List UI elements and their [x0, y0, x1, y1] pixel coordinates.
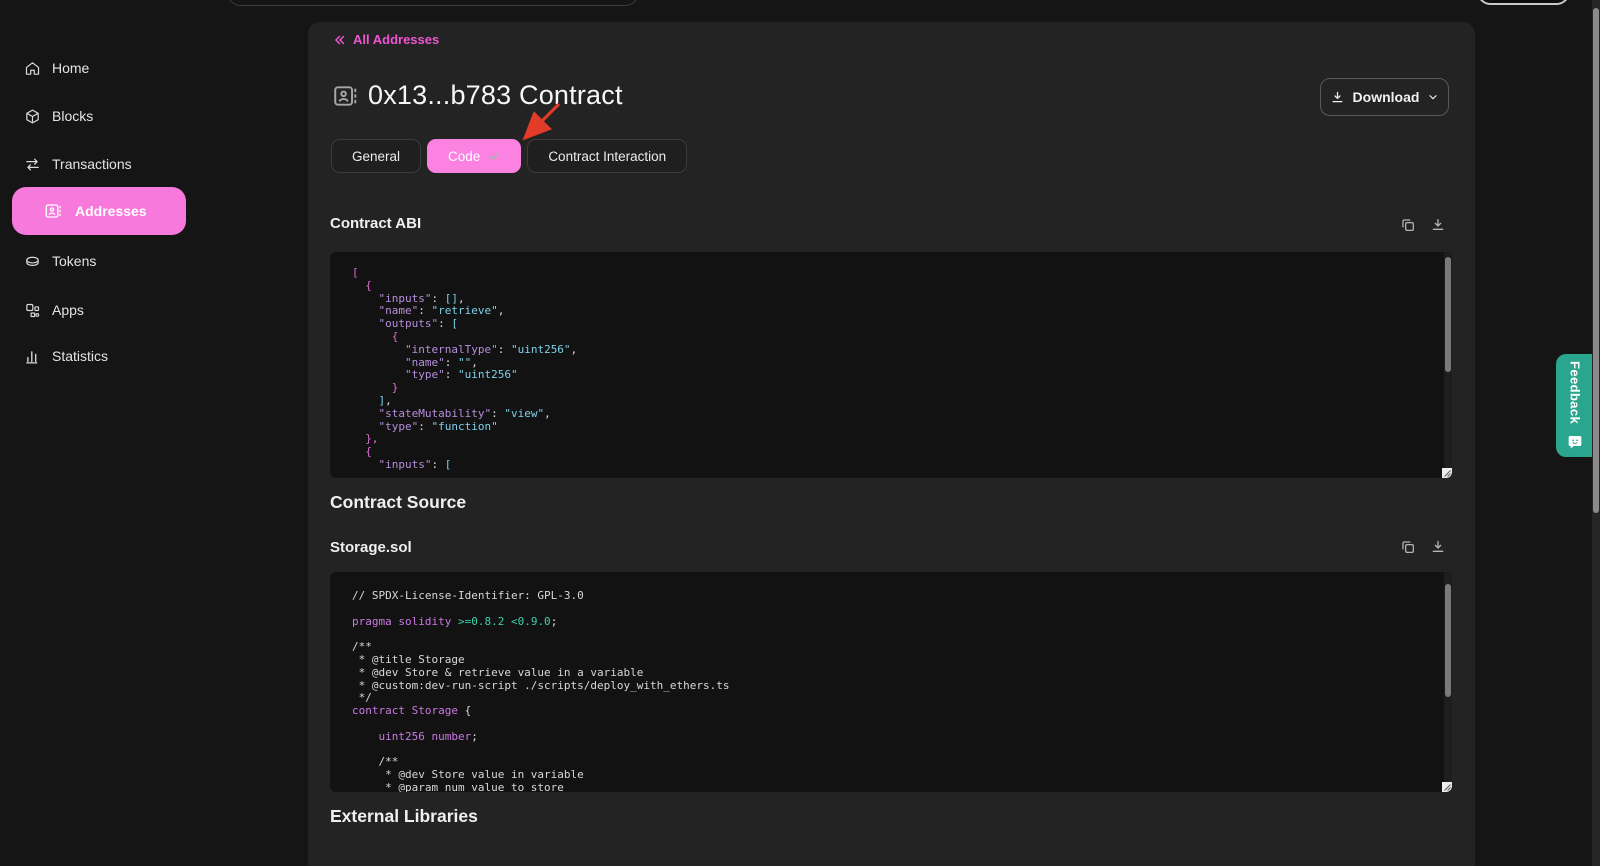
- back-link-label: All Addresses: [353, 32, 439, 47]
- sidebar-item-statistics[interactable]: Statistics: [24, 344, 108, 368]
- copy-abi-icon[interactable]: [1400, 217, 1416, 233]
- page-title: 0x13...b783 Contract: [368, 80, 623, 111]
- code-line: * @custom:dev-run-script ./scripts/deplo…: [352, 680, 1422, 693]
- title-row: 0x13...b783 Contract: [332, 80, 623, 111]
- copy-source-icon[interactable]: [1400, 539, 1416, 555]
- code-line: // SPDX-License-Identifier: GPL-3.0: [352, 590, 1422, 603]
- tab-general[interactable]: General: [331, 139, 421, 173]
- sidebar-item-label: Tokens: [52, 253, 96, 269]
- code-line: }: [352, 382, 1422, 395]
- page-scrollbar-thumb[interactable]: [1593, 8, 1599, 513]
- blocks-icon: [24, 108, 41, 125]
- addresses-icon: [44, 202, 62, 220]
- download-button[interactable]: Download: [1320, 78, 1449, 116]
- transactions-icon: [24, 156, 41, 173]
- abi-scrollbar[interactable]: [1444, 252, 1452, 478]
- sidebar-item-apps[interactable]: Apps: [24, 298, 84, 322]
- download-icon: [1330, 90, 1345, 105]
- abi-code-block[interactable]: [ { "inputs": [], "name": "retrieve", "o…: [330, 252, 1452, 478]
- statistics-icon: [24, 348, 41, 365]
- download-source-icon[interactable]: [1430, 539, 1446, 555]
- abi-code-text: [ { "inputs": [], "name": "retrieve", "o…: [330, 252, 1452, 472]
- code-line: contract Storage {: [352, 705, 1422, 718]
- tab-label: Code: [448, 149, 480, 164]
- double-chevron-left-icon: [333, 33, 347, 47]
- tab-code[interactable]: Code: [427, 139, 521, 173]
- sidebar-item-label: Transactions: [52, 156, 132, 172]
- feedback-button[interactable]: Feedback: [1556, 354, 1594, 457]
- code-line: [352, 718, 1422, 731]
- abi-scrollbar-thumb[interactable]: [1445, 257, 1451, 372]
- code-line: {: [352, 280, 1422, 293]
- code-line: */: [352, 692, 1422, 705]
- contract-source-heading: Contract Source: [330, 492, 466, 513]
- sidebar-item-tokens[interactable]: Tokens: [24, 249, 96, 273]
- verified-check-icon: [487, 150, 500, 163]
- code-line: [352, 744, 1422, 757]
- sidebar-item-label: Statistics: [52, 348, 108, 364]
- code-line: {: [352, 446, 1422, 459]
- sidebar-item-label: Apps: [52, 302, 84, 318]
- download-button-label: Download: [1353, 89, 1420, 105]
- code-line: [352, 628, 1422, 641]
- code-line: "type": "uint256": [352, 369, 1422, 382]
- sidebar: Home Blocks Transactions Addresses Token…: [0, 0, 300, 866]
- sidebar-item-addresses[interactable]: Addresses: [12, 187, 186, 235]
- code-line: * @param num value to store: [352, 782, 1422, 792]
- sidebar-item-transactions[interactable]: Transactions: [24, 152, 132, 176]
- code-line: "type": "function": [352, 421, 1422, 434]
- code-line: "name": "retrieve",: [352, 305, 1422, 318]
- download-abi-icon[interactable]: [1430, 217, 1446, 233]
- tabs: General Code Contract Interaction: [331, 139, 687, 173]
- page: Home Blocks Transactions Addresses Token…: [0, 0, 1600, 866]
- abi-resize-grip[interactable]: [1442, 468, 1452, 478]
- tab-label: General: [352, 149, 400, 164]
- code-line: "inputs": [: [352, 459, 1422, 472]
- code-line: "outputs": [: [352, 318, 1422, 331]
- chevron-down-icon: [1427, 91, 1439, 103]
- sidebar-item-label: Addresses: [75, 203, 147, 219]
- topbar-button[interactable]: [1477, 0, 1570, 5]
- page-scrollbar[interactable]: [1592, 0, 1600, 866]
- code-line: [: [352, 267, 1422, 280]
- source-scrollbar[interactable]: [1444, 572, 1452, 792]
- code-line: "internalType": "uint256",: [352, 344, 1422, 357]
- external-libraries-heading: External Libraries: [330, 806, 478, 827]
- tokens-icon: [24, 253, 41, 270]
- code-line: uint256 number;: [352, 731, 1422, 744]
- sidebar-item-blocks[interactable]: Blocks: [24, 104, 93, 128]
- feedback-chat-icon: [1567, 434, 1583, 450]
- tab-contract-interaction[interactable]: Contract Interaction: [527, 139, 687, 173]
- code-line: "stateMutability": "view",: [352, 408, 1422, 421]
- tab-label: Contract Interaction: [548, 149, 666, 164]
- code-line: "inputs": [],: [352, 293, 1422, 306]
- sidebar-item-label: Blocks: [52, 108, 93, 124]
- sidebar-item-label: Home: [52, 60, 89, 76]
- source-code-block[interactable]: // SPDX-License-Identifier: GPL-3.0 prag…: [330, 572, 1452, 792]
- abi-section-title: Contract ABI: [330, 215, 421, 232]
- code-line: /**: [352, 641, 1422, 654]
- code-line: },: [352, 433, 1422, 446]
- apps-icon: [24, 302, 41, 319]
- contract-card-icon: [332, 83, 358, 109]
- code-line: pragma solidity >=0.8.2 <0.9.0;: [352, 616, 1422, 629]
- source-scrollbar-thumb[interactable]: [1445, 584, 1451, 697]
- home-icon: [24, 60, 41, 77]
- source-resize-grip[interactable]: [1442, 782, 1452, 792]
- source-code-text: // SPDX-License-Identifier: GPL-3.0 prag…: [330, 572, 1452, 792]
- source-file-title: Storage.sol: [330, 539, 412, 556]
- sidebar-item-home[interactable]: Home: [24, 56, 89, 80]
- feedback-label: Feedback: [1568, 361, 1583, 424]
- back-to-addresses-link[interactable]: All Addresses: [333, 32, 439, 47]
